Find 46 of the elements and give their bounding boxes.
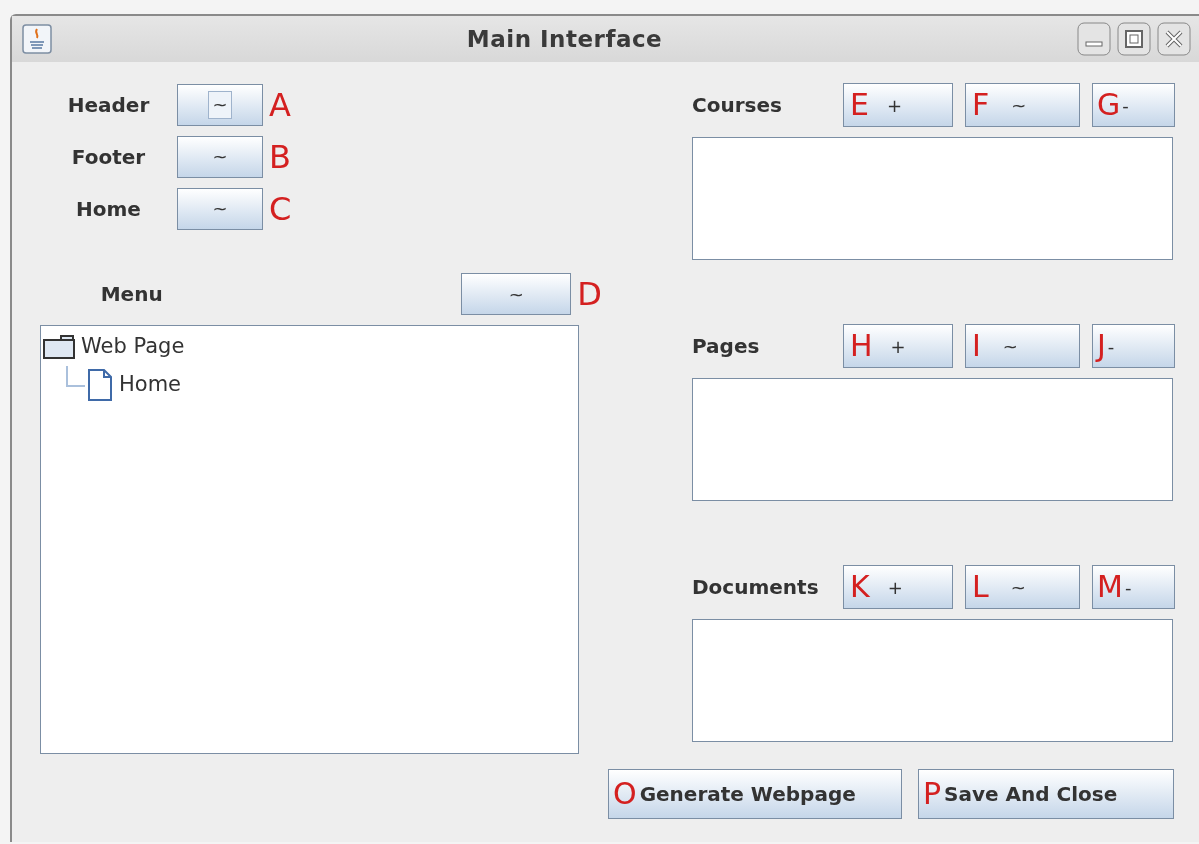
annotation-letter: I [972,331,981,361]
annotation-letter: C [269,189,292,230]
window-title: Main Interface [466,24,663,54]
cup-icon[interactable] [22,24,52,54]
document-icon [87,369,113,401]
edit-button[interactable]: ~ [177,188,263,230]
section-button[interactable]: M- [1092,565,1175,609]
annotation-letter: B [269,137,291,178]
field-label: Home [76,196,141,223]
annotation-letter: L [972,572,989,602]
section-button[interactable]: I ~ [965,324,1080,368]
tree-item[interactable]: Home [119,369,181,401]
maximize-icon[interactable] [1117,22,1151,56]
section-label: Pages [692,333,761,360]
annotation-letter: P [923,779,942,809]
annotation-letter: K [850,572,870,602]
annotation-letter: E [850,90,869,120]
annotation-letter: O [613,779,637,809]
menu-label: Menu [100,281,163,308]
annotation-letter: D [577,274,602,315]
tree-item[interactable]: Web Page [81,331,185,363]
section-label: Courses [692,92,783,119]
action-button[interactable]: O Generate Webpage [608,769,902,819]
edit-button[interactable]: ~ [177,84,263,126]
section-button[interactable]: K + [843,565,953,609]
annotation-letter: F [972,90,990,120]
annotation-letter: G [1097,90,1121,120]
action-button[interactable]: P Save And Close [918,769,1174,819]
annotation-letter: A [269,85,291,126]
section-button[interactable]: F ~ [965,83,1080,127]
annotation-letter: J [1097,331,1106,361]
edit-button[interactable]: ~ [177,136,263,178]
section-button[interactable]: J- [1092,324,1175,368]
field-label: Footer [71,144,146,171]
section-label: Documents [692,574,820,601]
edit-button[interactable]: ~ [461,273,572,315]
annotation-letter: H [850,331,873,361]
folder-icon [43,334,75,360]
close-icon[interactable] [1157,22,1191,56]
minimize-icon[interactable] [1077,22,1111,56]
section-button[interactable]: L ~ [965,565,1080,609]
section-button[interactable]: E + [843,83,953,127]
section-button[interactable]: H + [843,324,953,368]
section-button[interactable]: G- [1092,83,1175,127]
annotation-letter: M [1097,572,1123,602]
field-label: Header [67,92,150,119]
